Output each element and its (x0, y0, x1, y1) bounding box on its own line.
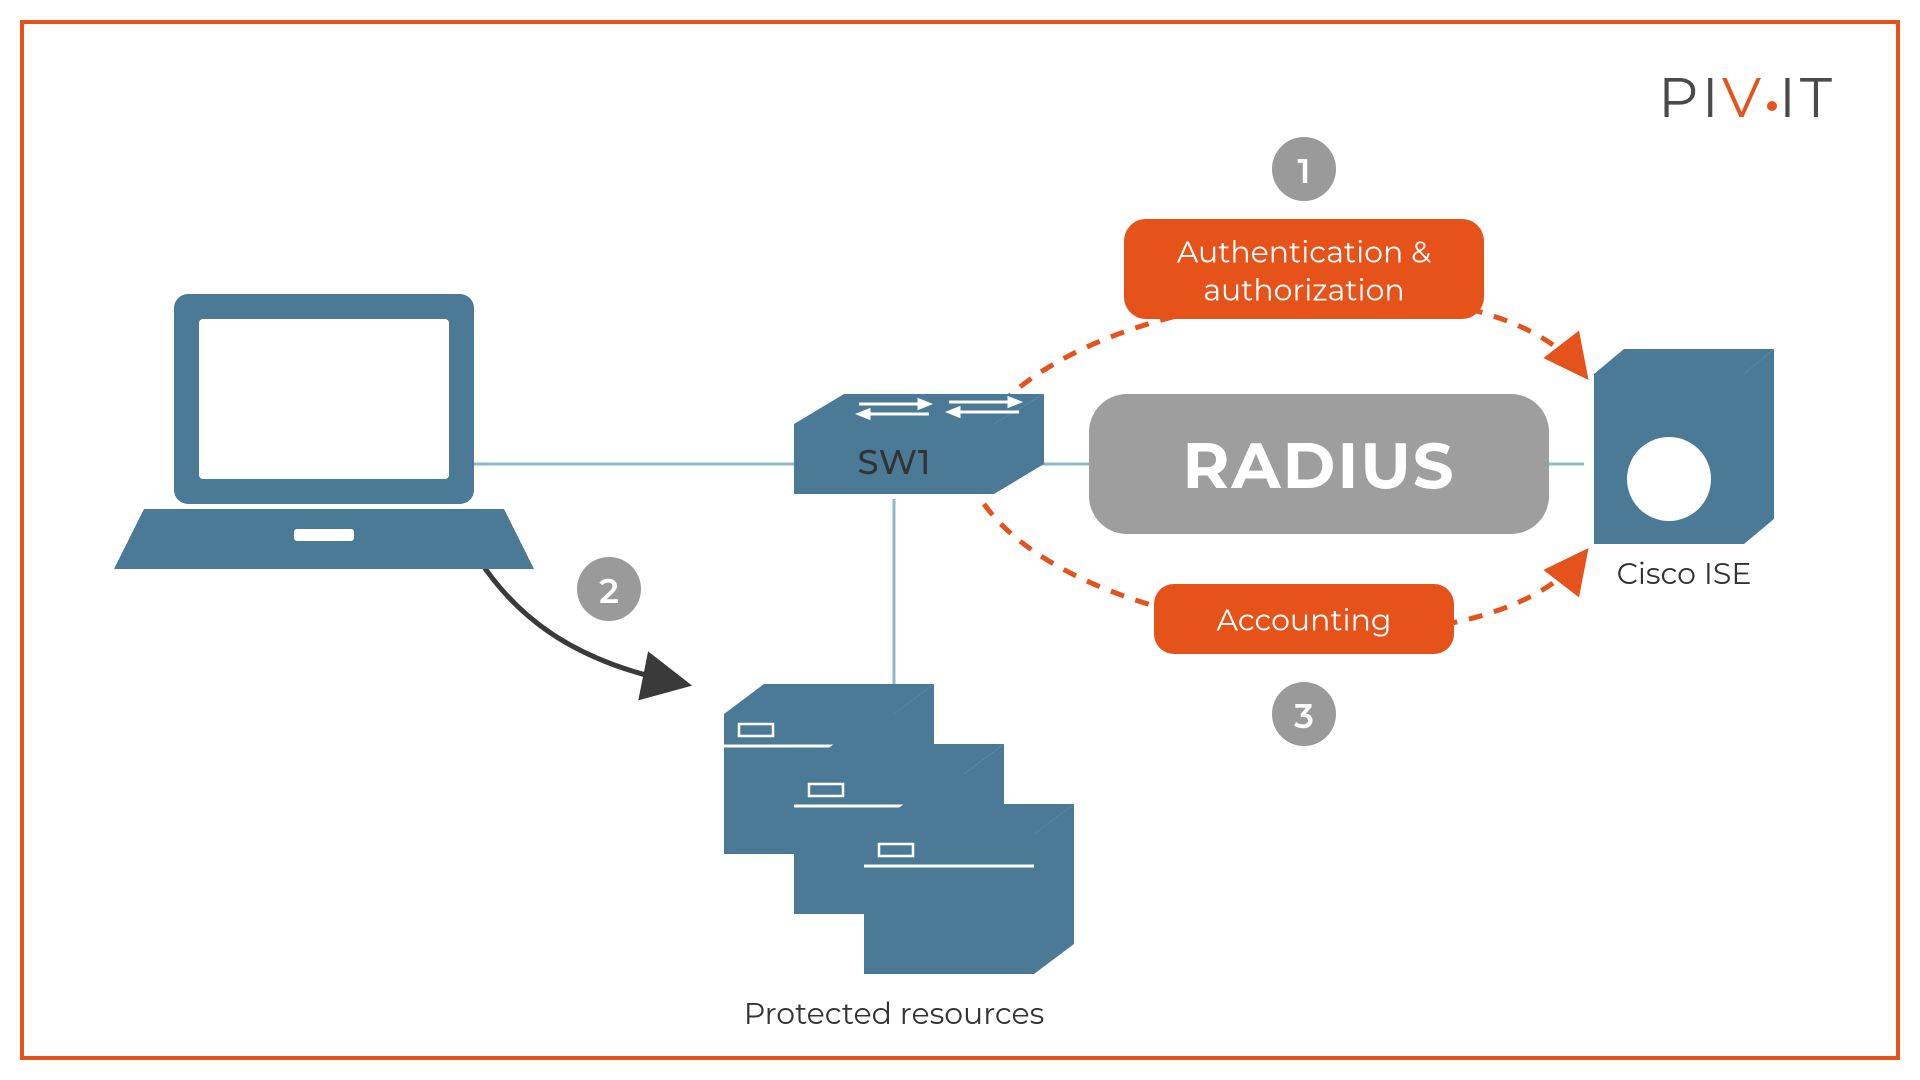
auth-pill-line2: authorization (1203, 272, 1404, 309)
resources-icon: Protected resources (724, 684, 1074, 1032)
radius-label: RADIUS (1182, 427, 1455, 505)
acct-pill: Accounting (1154, 584, 1454, 654)
radius-box: RADIUS (1089, 394, 1549, 534)
laptop-icon (114, 294, 534, 569)
server-icon: Cisco ISE (1594, 349, 1774, 592)
switch-icon: SW1 (794, 394, 1044, 494)
resources-label: Protected resources (744, 995, 1044, 1032)
step-badge-1: 1 (1272, 137, 1336, 201)
svg-text:2: 2 (599, 570, 619, 612)
server-label: Cisco ISE (1617, 555, 1752, 592)
svg-text:1: 1 (1298, 150, 1311, 192)
acct-pill-text: Accounting (1217, 602, 1392, 639)
switch-label: SW1 (858, 441, 931, 483)
auth-pill-line1: Authentication & (1177, 234, 1431, 271)
diagram-canvas: SW1 RADIUS Cisco ISE (24, 24, 1896, 1056)
svg-text:3: 3 (1294, 695, 1314, 737)
step-badge-2: 2 (577, 557, 641, 621)
step-badge-3: 3 (1272, 682, 1336, 746)
auth-pill: Authentication & authorization (1124, 219, 1484, 319)
